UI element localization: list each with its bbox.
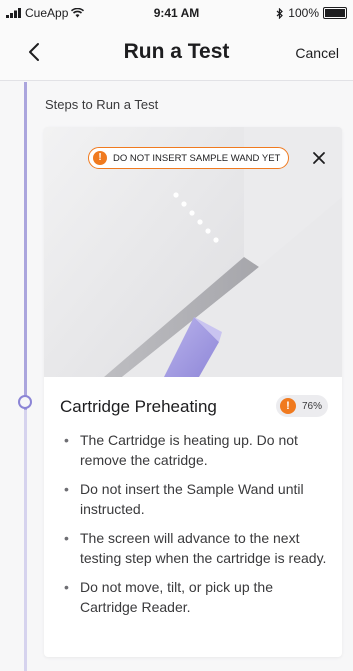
progress-badge: ! 76% <box>276 395 328 417</box>
list-item: Do not insert the Sample Wand until inst… <box>60 479 328 519</box>
warning-text: DO NOT INSERT SAMPLE WAND YET <box>113 152 281 164</box>
close-icon[interactable] <box>309 148 329 168</box>
cancel-button[interactable]: Cancel <box>295 45 339 61</box>
status-bar: CueApp 9:41 AM 100% <box>0 0 353 26</box>
step-card: ! DO NOT INSERT SAMPLE WAND YET Cartridg… <box>44 127 342 657</box>
progress-percent: 76% <box>302 400 323 412</box>
battery-icon <box>323 7 347 19</box>
timeline-step-marker <box>18 395 32 409</box>
timeline-line-upcoming <box>24 410 27 671</box>
step-title: Cartridge Preheating <box>60 397 217 416</box>
section-label: Steps to Run a Test <box>45 97 159 112</box>
step-instructions: The Cartridge is heating up. Do not remo… <box>60 430 328 626</box>
list-item: The screen will advance to the next test… <box>60 528 328 568</box>
nav-bar: Run a Test Cancel <box>0 26 353 81</box>
warning-badge: ! DO NOT INSERT SAMPLE WAND YET <box>88 147 290 169</box>
battery-percent: 100% <box>288 6 319 20</box>
list-item: The Cartridge is heating up. Do not remo… <box>60 430 328 470</box>
warning-icon: ! <box>93 151 107 165</box>
bluetooth-icon <box>276 7 284 19</box>
warning-icon: ! <box>280 398 296 414</box>
status-right: 100% <box>276 6 347 20</box>
cartridge-reader-image: ! DO NOT INSERT SAMPLE WAND YET <box>44 127 342 377</box>
list-item: Do not move, tilt, or pick up the Cartri… <box>60 577 328 617</box>
